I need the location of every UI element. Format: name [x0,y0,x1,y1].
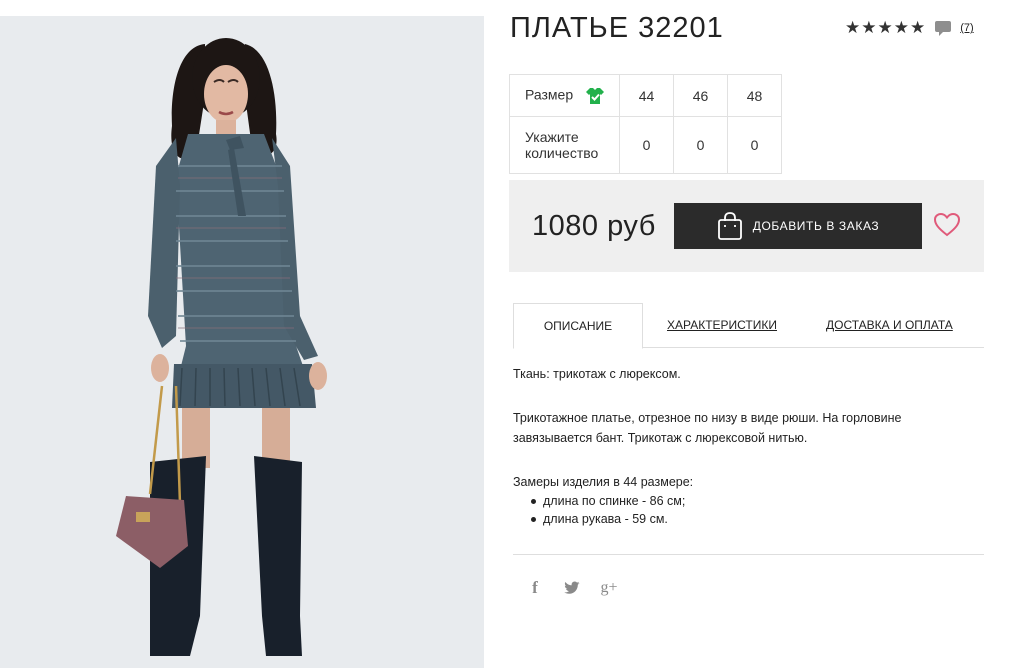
product-title: ПЛАТЬЕ 32201 [510,12,724,44]
tab-description[interactable]: ОПИСАНИЕ [513,303,643,349]
size-44: 44 [619,74,674,117]
comment-icon[interactable] [934,19,952,37]
add-to-order-label: ДОБАВИТЬ В ЗАКАЗ [752,219,880,233]
list-item: длина рукава - 59 см. [531,510,973,528]
quantity-label-cell: Укажите количество [509,116,620,174]
add-to-order-button[interactable]: ДОБАВИТЬ В ЗАКАЗ [674,203,922,249]
quantity-label-line1: Укажите [525,129,579,145]
price: 1080 руб [532,210,656,242]
rating: ★★★★★ (7) [845,18,974,38]
heart-icon[interactable] [933,211,961,239]
list-item: длина по спинке - 86 см; [531,492,973,510]
product-tabs: ОПИСАНИЕ ХАРАКТЕРИСТИКИ ДОСТАВКА И ОПЛАТ… [513,303,984,349]
size-label: Размер [525,86,574,103]
description-text: Трикотажное платье, отрезное по низу в в… [513,411,902,445]
google-plus-icon[interactable]: g+ [600,579,618,597]
size-chart-icon[interactable] [585,86,605,106]
measurements-title: Замеры изделия в 44 размере: [513,475,694,489]
shopping-bag-icon [717,212,742,240]
size-table: Размер 44 46 48 Укажите количество 0 0 0 [509,74,782,174]
tab-specs[interactable]: ХАРАКТЕРИСТИКИ [667,303,777,348]
rating-stars[interactable]: ★★★★★ [845,18,926,38]
quantity-input-48[interactable]: 0 [727,116,782,174]
review-count-link[interactable]: (7) [960,22,973,34]
buy-box: 1080 руб ДОБАВИТЬ В ЗАКАЗ [509,180,984,272]
measurements-list: длина по спинке - 86 см; длина рукава - … [531,492,973,528]
twitter-icon[interactable] [564,581,580,595]
description-panel: Ткань: трикотаж с люрексом. Трикотажное … [513,364,973,528]
product-photo[interactable] [0,16,484,668]
divider [513,554,984,555]
size-label-cell: Размер [509,74,620,117]
size-46: 46 [673,74,728,117]
quantity-input-44[interactable]: 0 [619,116,674,174]
tab-delivery[interactable]: ДОСТАВКА И ОПЛАТА [826,303,953,348]
social-share: f g+ [526,578,618,598]
quantity-input-46[interactable]: 0 [673,116,728,174]
product-image [0,16,484,668]
size-48: 48 [727,74,782,117]
fabric-text: Ткань: трикотаж с люрексом. [513,367,681,381]
facebook-icon[interactable]: f [526,578,544,598]
quantity-label-line2: количество [525,145,599,161]
